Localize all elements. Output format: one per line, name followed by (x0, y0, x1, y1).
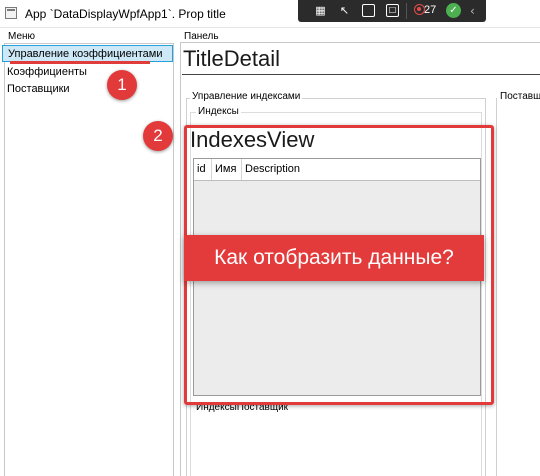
page-title: TitleDetail (183, 46, 280, 71)
menu-group-label: Меню (8, 31, 36, 42)
indexes-sub-label: Индексы (196, 106, 241, 117)
menu-item-manage-coefficients[interactable]: Управление коэффициентами (2, 45, 173, 62)
app-window-icon (5, 7, 17, 19)
menu-item-suppliers[interactable]: Поставщики (2, 81, 173, 98)
window-title: App `DataDisplayWpfApp1`. Prop title (25, 7, 226, 21)
suppliers-groupbox-edge (496, 98, 497, 476)
binding-failures-count: 27 (424, 4, 437, 16)
annotation-question-banner: Как отобразить данные? (184, 235, 484, 281)
menu-list (4, 43, 174, 476)
check-ok-icon[interactable]: ✓ (446, 3, 461, 18)
display-adorners-icon[interactable] (362, 4, 375, 17)
indexes-group-label: Управление индексами (190, 91, 303, 102)
select-element-icon[interactable]: ↖ (336, 3, 353, 19)
title-divider (182, 74, 540, 75)
toolbar-separator (406, 3, 407, 19)
panel-group-label: Панель (184, 31, 219, 42)
collapse-toolbar-icon[interactable]: ‹ (470, 3, 475, 19)
annotation-badge-2: 2 (143, 121, 173, 151)
menu-item-coefficients[interactable]: Коэффициенты (2, 64, 173, 81)
layout-adorners-icon[interactable]: □ (386, 4, 399, 17)
suppliers-group-label: Поставщ (500, 91, 540, 102)
visual-tree-icon[interactable]: ▦ (312, 3, 329, 19)
annotation-badge-1: 1 (107, 70, 137, 100)
